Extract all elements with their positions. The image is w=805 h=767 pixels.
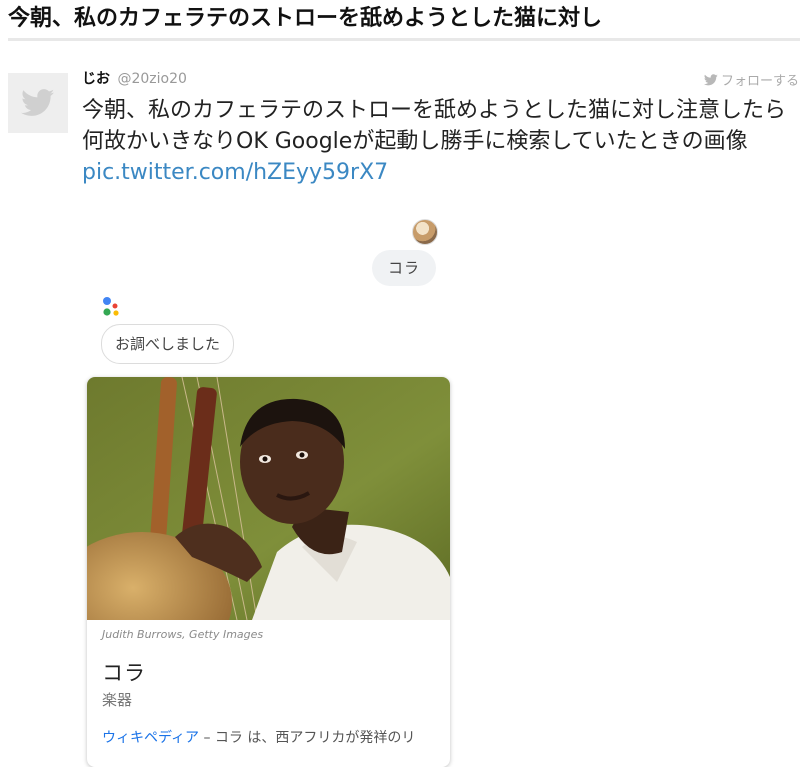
twitter-bird-icon: [703, 73, 718, 85]
follow-button[interactable]: フォローする: [703, 70, 799, 89]
follow-label: フォローする: [720, 74, 799, 89]
tweet-text: 今朝、私のカフェラテのストローを舐めようとした猫に対し注意したら何故かいきなりO…: [82, 95, 797, 188]
wikipedia-link[interactable]: ウィキペディア: [102, 730, 199, 746]
author-line: じお @20zio20: [82, 70, 187, 88]
knowledge-card[interactable]: Judith Burrows, Getty Images コラ 楽器 ウィキペデ…: [87, 377, 450, 767]
author-handle[interactable]: @20zio20: [117, 71, 186, 87]
author-avatar[interactable]: [8, 73, 68, 133]
card-subtitle: 楽器: [102, 691, 133, 709]
user-avatar: [412, 219, 438, 245]
assistant-response-bubble: お調べしました: [101, 324, 235, 364]
user-query-bubble: コラ: [372, 250, 437, 286]
author-name[interactable]: じお: [82, 71, 110, 87]
photo-credit: Judith Burrows, Getty Images: [102, 628, 264, 641]
twitter-bird-icon: [21, 89, 55, 116]
kora-player-photo: [87, 377, 450, 620]
card-description: ウィキペディア – コラ は、西アフリカが発祥のリ: [102, 727, 442, 747]
card-title: コラ: [102, 661, 146, 685]
article-title: 今朝、私のカフェラテのストローを舐めようとした猫に対し: [8, 6, 603, 31]
tweet-body: 今朝、私のカフェラテのストローを舐めようとした猫に対し注意したら何故かいきなりO…: [82, 98, 787, 154]
description-text: – コラ は、西アフリカが発祥のリ: [199, 730, 416, 746]
google-assistant-icon: [103, 297, 119, 316]
tweet-image-link[interactable]: pic.twitter.com/hZEyy59rX7: [82, 160, 388, 185]
title-divider: [8, 38, 800, 41]
